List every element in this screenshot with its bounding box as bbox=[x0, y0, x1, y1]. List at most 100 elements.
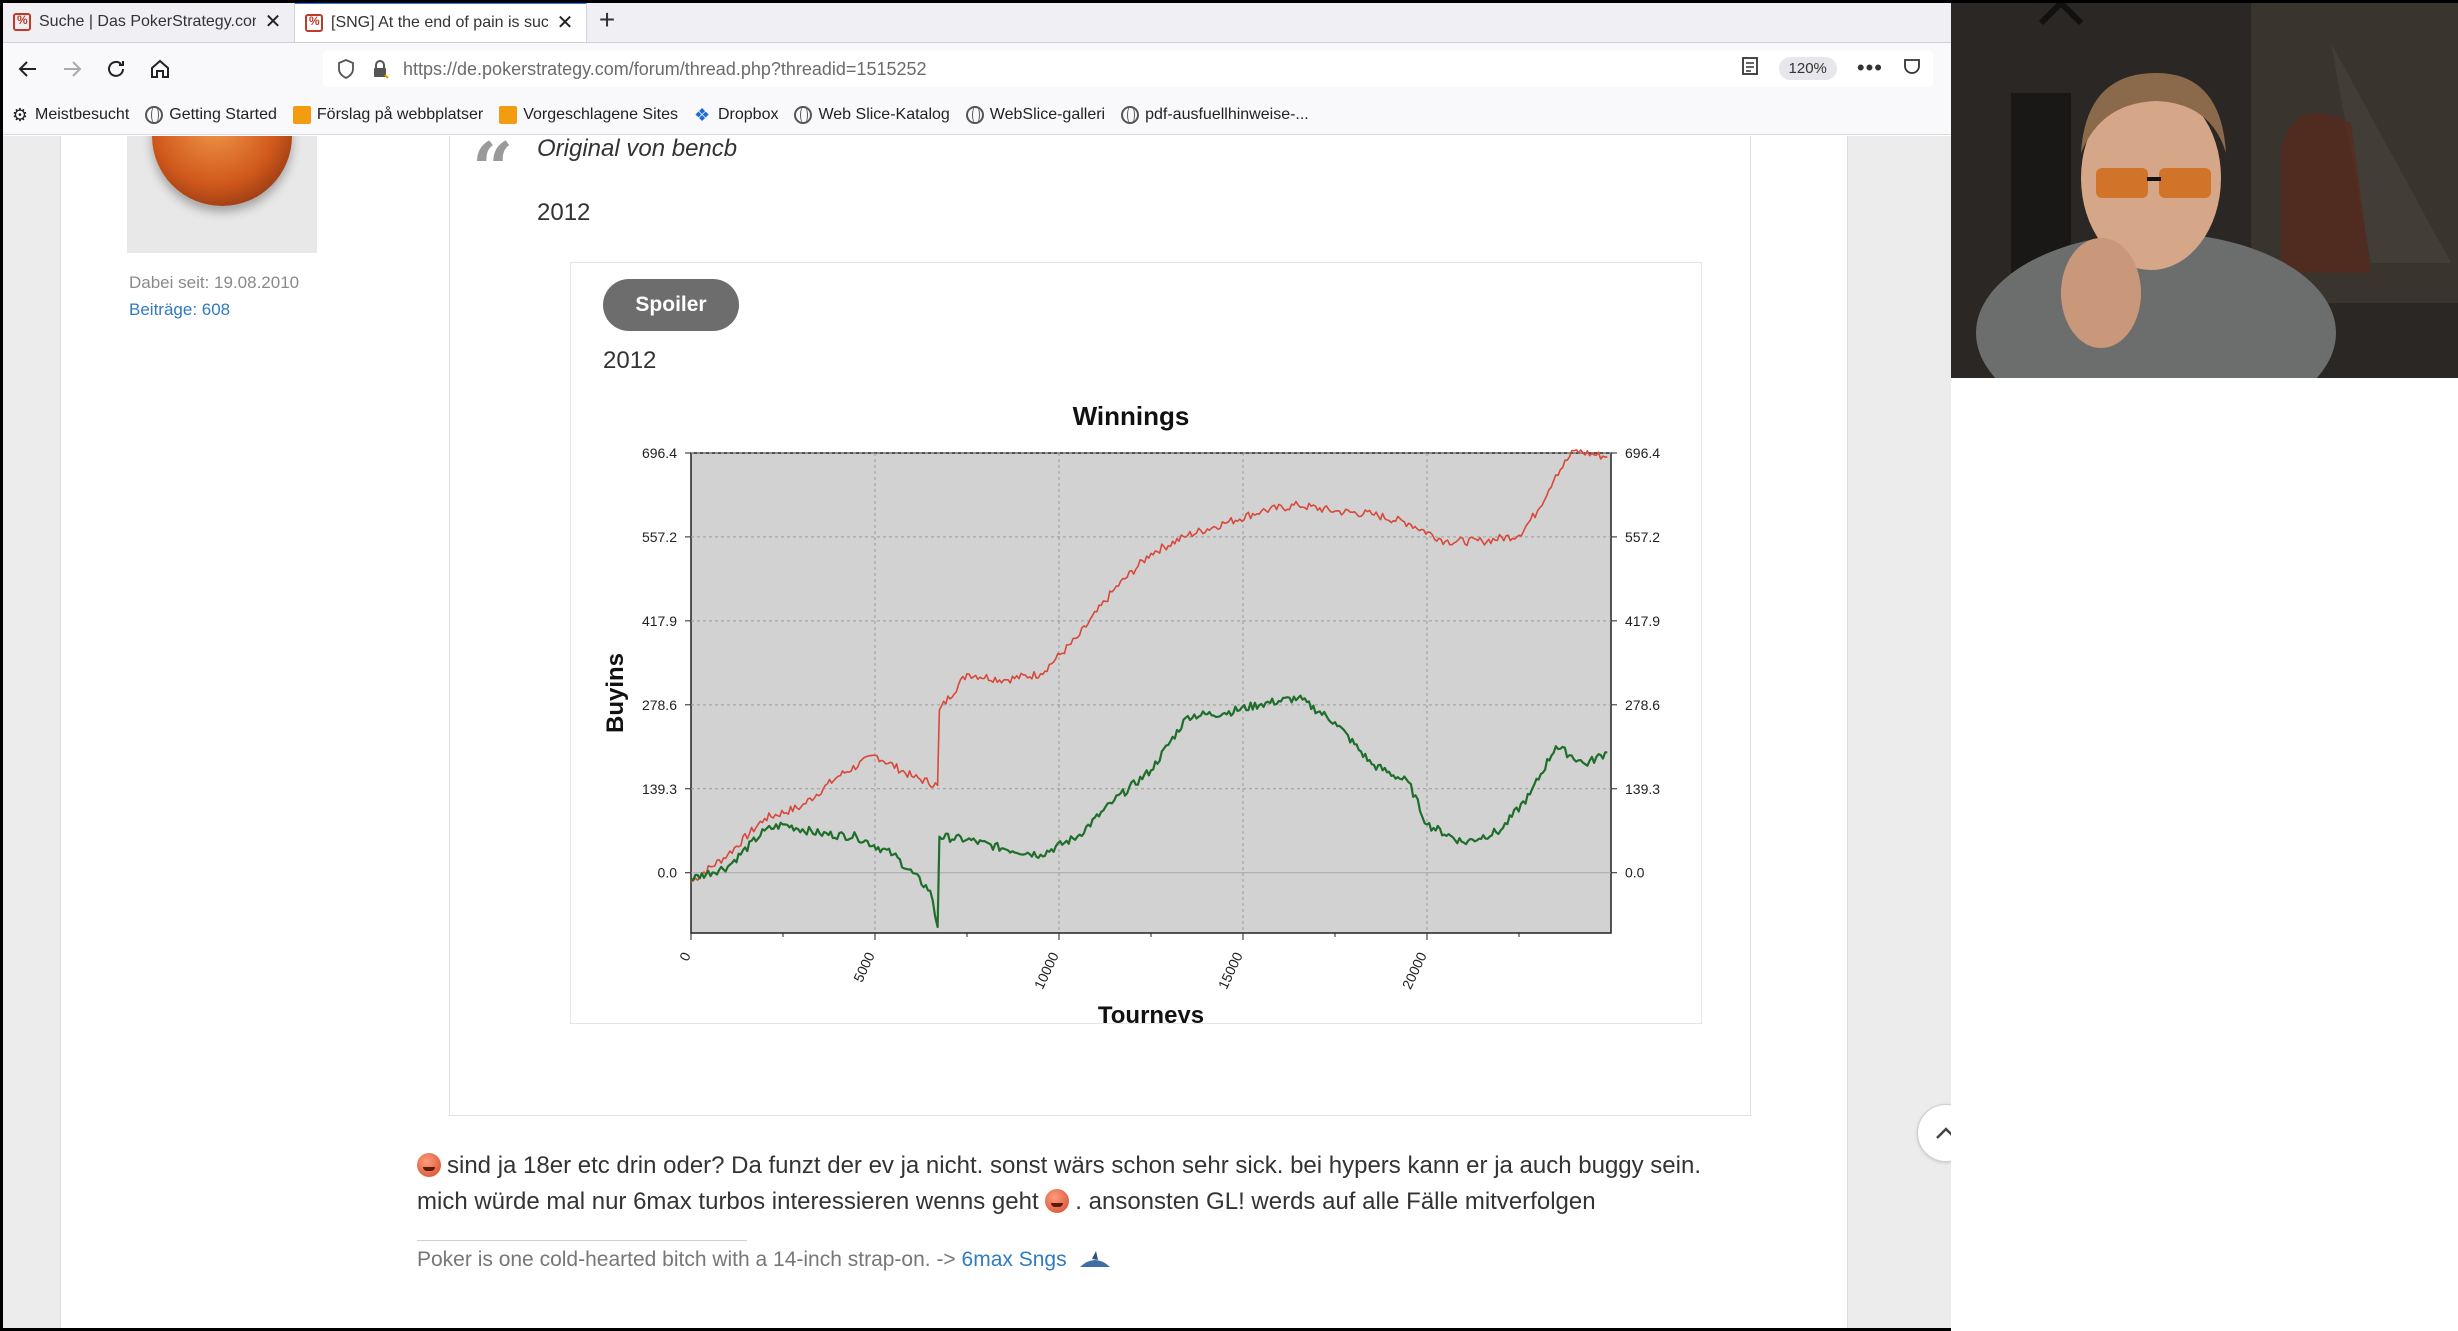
forward-arrow-icon bbox=[64, 61, 82, 77]
y-tick-label-right: 557.2 bbox=[1625, 529, 1660, 545]
url-bar-actions: 120% ••• bbox=[1741, 55, 1921, 81]
quote-mark-icon: “ bbox=[472, 136, 514, 211]
bookmark-meistbesucht[interactable]: ⚙ Meistbesucht bbox=[11, 106, 129, 124]
new-tab-button[interactable]: + bbox=[587, 3, 627, 42]
y-tick-label-right: 278.6 bbox=[1625, 697, 1660, 713]
pokerstrategy-favicon-icon bbox=[305, 14, 323, 32]
lock-icon[interactable] bbox=[369, 58, 391, 80]
bookmark-label: WebSlice-galleri bbox=[989, 105, 1106, 123]
tab-search[interactable]: Suche | Das PokerStrategy.com ✕ bbox=[3, 3, 295, 42]
bookmark-getting-started[interactable]: Getting Started bbox=[145, 105, 277, 124]
streamer-webcam-image bbox=[1951, 3, 2458, 378]
reply-line-2b: . ansonsten GL! werds auf alle Fälle mit… bbox=[1075, 1188, 1596, 1215]
reload-icon bbox=[108, 60, 124, 77]
chart-y-axis-label: Buyins bbox=[602, 653, 629, 733]
chart-x-axis-label: Tourneys bbox=[1098, 1002, 1204, 1024]
signature: Poker is one cold-hearted bitch with a 1… bbox=[417, 1248, 1112, 1272]
tab-title: [SNG] At the end of pain is suc bbox=[331, 14, 548, 31]
bookmark-forslag[interactable]: Förslag på webbplatser bbox=[292, 105, 484, 124]
spoiler-button[interactable]: Spoiler bbox=[603, 279, 739, 331]
browser-window: Suche | Das PokerStrategy.com ✕ [SNG] At… bbox=[3, 3, 1951, 1328]
quote-text: 2012 bbox=[537, 199, 591, 226]
bookmark-dropbox[interactable]: ❖ Dropbox bbox=[694, 106, 778, 124]
x-tick-label: 15000 bbox=[1215, 949, 1246, 991]
back-arrow-icon bbox=[18, 61, 36, 77]
y-tick-label-right: 0.0 bbox=[1625, 865, 1645, 881]
y-tick-label-left: 0.0 bbox=[658, 865, 678, 881]
flag-icon bbox=[499, 105, 518, 124]
bookmark-label: Förslag på webbplatser bbox=[316, 105, 484, 123]
user-avatar[interactable] bbox=[127, 136, 317, 253]
y-tick-label-right: 696.4 bbox=[1625, 445, 1660, 461]
reply-text: sind ja 18er etc drin oder? Da funzt der… bbox=[417, 1148, 1817, 1220]
home-icon bbox=[151, 59, 169, 78]
y-tick-label-left: 696.4 bbox=[642, 445, 677, 461]
bookmark-label: Meistbesucht bbox=[35, 105, 130, 123]
forward-button[interactable] bbox=[53, 50, 91, 88]
y-tick-label-left: 557.2 bbox=[642, 529, 677, 545]
forum-post: Dabei seit: 19.08.2010 Beiträge: 608 “ O… bbox=[60, 136, 1848, 1328]
x-tick-label: 20000 bbox=[1399, 949, 1430, 991]
y-tick-label-left: 139.3 bbox=[642, 781, 677, 797]
globe-icon bbox=[965, 105, 984, 124]
pokerstrategy-favicon-icon bbox=[13, 13, 31, 31]
quote-author: Original von bencb bbox=[537, 136, 738, 162]
flag-icon bbox=[292, 105, 311, 124]
tab-thread[interactable]: [SNG] At the end of pain is suc ✕ bbox=[295, 3, 587, 42]
chart-title: Winnings bbox=[1073, 401, 1190, 431]
signature-link[interactable]: 6max Sngs bbox=[962, 1248, 1067, 1271]
scroll-to-top-button[interactable] bbox=[1917, 1104, 1951, 1162]
winnings-chart: Winnings 0.0 0.0 139.3 139.3 278.6 278.6 417.9… bbox=[602, 401, 1660, 1024]
y-tick-label-right: 417.9 bbox=[1625, 613, 1660, 629]
globe-icon bbox=[145, 105, 164, 124]
smiley-icon bbox=[1045, 1189, 1070, 1213]
url-bar[interactable]: https://de.pokerstrategy.com/forum/threa… bbox=[323, 51, 1933, 87]
reply-line-2a: mich würde mal nur 6max turbos interessi… bbox=[417, 1188, 1039, 1215]
reader-view-icon[interactable] bbox=[1741, 56, 1759, 81]
shield-icon[interactable] bbox=[335, 58, 357, 80]
home-button[interactable] bbox=[141, 50, 179, 88]
avatar-coin-image bbox=[152, 136, 292, 206]
close-tab-icon[interactable]: ✕ bbox=[554, 12, 576, 34]
bookmark-label: pdf-ausfuellhinweise-... bbox=[1145, 105, 1309, 123]
member-since: Dabei seit: 19.08.2010 bbox=[129, 273, 300, 292]
post-count-link[interactable]: Beiträge: 608 bbox=[129, 300, 230, 320]
tab-title: Suche | Das PokerStrategy.com bbox=[39, 13, 256, 30]
reply-line-1: sind ja 18er etc drin oder? Da funzt der… bbox=[447, 1152, 1701, 1179]
bookmark-label: Vorgeschlagene Sites bbox=[523, 105, 678, 123]
chart-plot-area bbox=[690, 452, 1612, 934]
reload-button[interactable] bbox=[97, 50, 135, 88]
bookmark-label: Web Slice-Katalog bbox=[818, 105, 950, 123]
chevron-up-icon bbox=[1936, 1127, 1951, 1139]
bookmark-label: Dropbox bbox=[717, 105, 779, 123]
signature-text: Poker is one cold-hearted bitch with a 1… bbox=[417, 1248, 962, 1271]
navigation-toolbar: https://de.pokerstrategy.com/forum/threa… bbox=[3, 43, 1951, 95]
bookmark-vorgeschlagene[interactable]: Vorgeschlagene Sites bbox=[499, 105, 678, 124]
zoom-level-badge[interactable]: 120% bbox=[1778, 56, 1837, 80]
shocked-smiley-icon bbox=[417, 1153, 441, 1177]
shark-icon bbox=[1080, 1251, 1111, 1267]
close-tab-icon[interactable]: ✕ bbox=[262, 11, 284, 33]
url-text: https://de.pokerstrategy.com/forum/threa… bbox=[403, 58, 927, 79]
page-content: Dabei seit: 19.08.2010 Beiträge: 608 “ O… bbox=[3, 136, 1951, 1328]
spoiler-container: Spoiler 2012 Winnings 0.0 0.0 139.3 139.3 27… bbox=[570, 262, 1702, 1024]
bookmark-webslice-galleri[interactable]: WebSlice-galleri bbox=[965, 105, 1106, 124]
bookmarks-toolbar: ⚙ Meistbesucht Getting Started Förslag på… bbox=[3, 95, 1951, 135]
pocket-icon[interactable] bbox=[1903, 57, 1921, 80]
spoiler-text: 2012 bbox=[603, 347, 657, 374]
bookmark-pdf[interactable]: pdf-ausfuellhinweise-... bbox=[1121, 105, 1309, 124]
back-button[interactable] bbox=[9, 50, 47, 88]
quote-block: “ Original von bencb 2012 Spoiler 2012 W… bbox=[449, 136, 1751, 1116]
y-tick-label-left: 278.6 bbox=[642, 697, 677, 713]
x-tick-label: 10000 bbox=[1031, 949, 1062, 991]
x-tick-label: 5000 bbox=[850, 949, 878, 984]
dropbox-icon: ❖ bbox=[693, 104, 711, 125]
globe-icon bbox=[1121, 105, 1140, 124]
bookmark-label: Getting Started bbox=[169, 105, 277, 123]
signature-divider bbox=[417, 1240, 747, 1241]
bookmark-web-slice-katalog[interactable]: Web Slice-Katalog bbox=[794, 105, 950, 124]
page-actions-menu-icon[interactable]: ••• bbox=[1857, 55, 1883, 81]
gear-icon: ⚙ bbox=[11, 104, 29, 125]
x-tick-label: 0 bbox=[676, 949, 694, 963]
y-tick-label-left: 417.9 bbox=[642, 613, 677, 629]
